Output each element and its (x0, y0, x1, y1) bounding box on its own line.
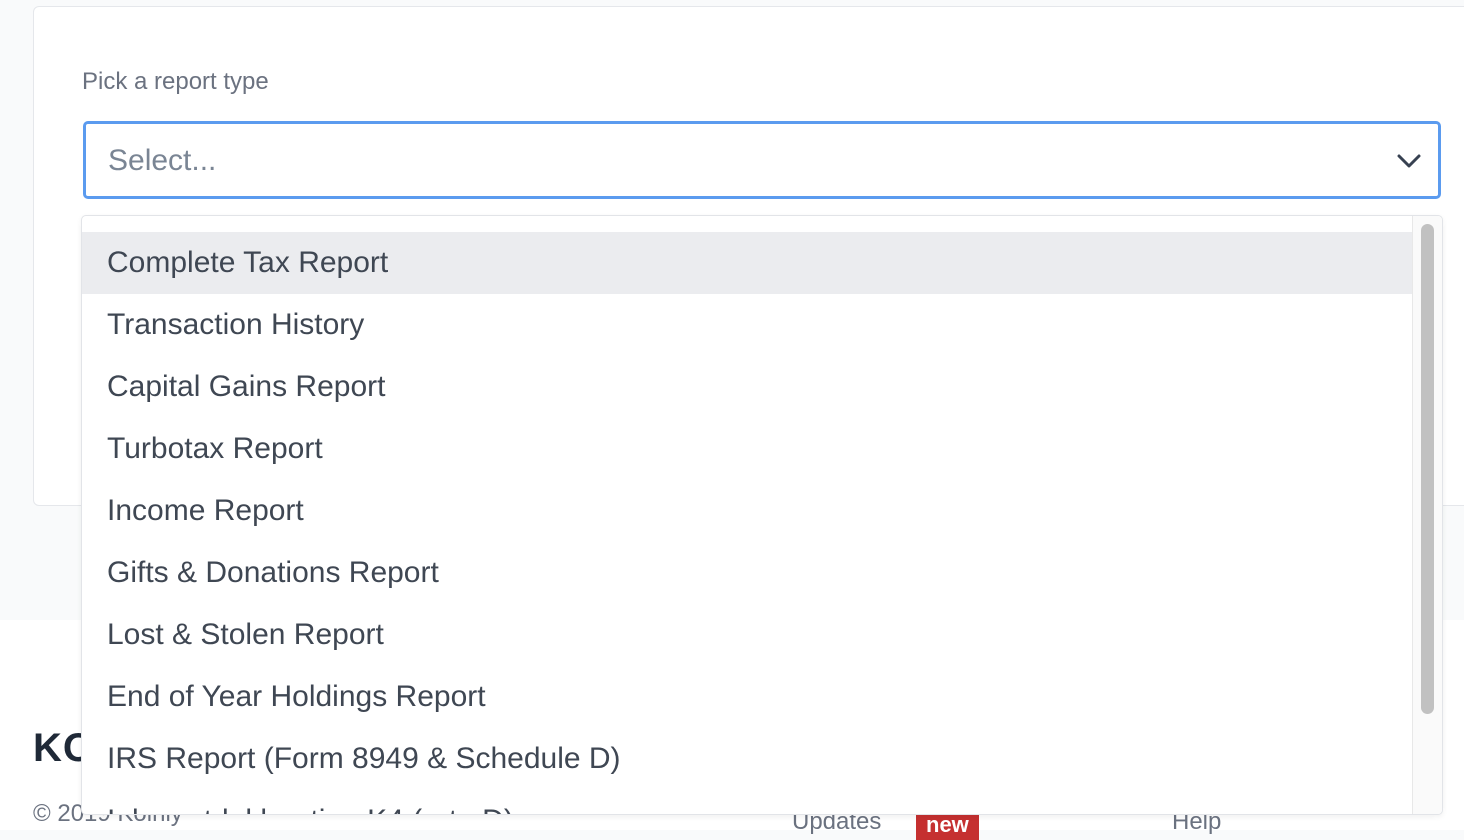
option-transaction-history[interactable]: Transaction History (82, 294, 1413, 356)
report-type-label: Pick a report type (82, 68, 269, 95)
option-turbotax-report[interactable]: Turbotax Report (82, 418, 1413, 480)
dropdown-option-list: Complete Tax Report Transaction History … (82, 232, 1413, 814)
option-income-report[interactable]: Income Report (82, 480, 1413, 542)
chevron-down-icon[interactable] (1396, 148, 1422, 174)
scrollbar-thumb[interactable] (1421, 224, 1434, 714)
option-irs-report[interactable]: IRS Report (Form 8949 & Schedule D) (82, 728, 1413, 790)
option-inkomstdeklaration-k4[interactable]: Inkomstdeklaration K4 (ruta D) (82, 790, 1413, 814)
dropdown-scrollbar[interactable] (1412, 216, 1442, 814)
option-gifts-donations-report[interactable]: Gifts & Donations Report (82, 542, 1413, 604)
option-complete-tax-report[interactable]: Complete Tax Report (82, 232, 1413, 294)
option-end-of-year-holdings-report[interactable]: End of Year Holdings Report (82, 666, 1413, 728)
report-type-dropdown: Complete Tax Report Transaction History … (81, 215, 1443, 815)
report-type-select[interactable]: Select... (83, 121, 1441, 199)
option-capital-gains-report[interactable]: Capital Gains Report (82, 356, 1413, 418)
select-placeholder: Select... (108, 144, 217, 177)
option-lost-stolen-report[interactable]: Lost & Stolen Report (82, 604, 1413, 666)
